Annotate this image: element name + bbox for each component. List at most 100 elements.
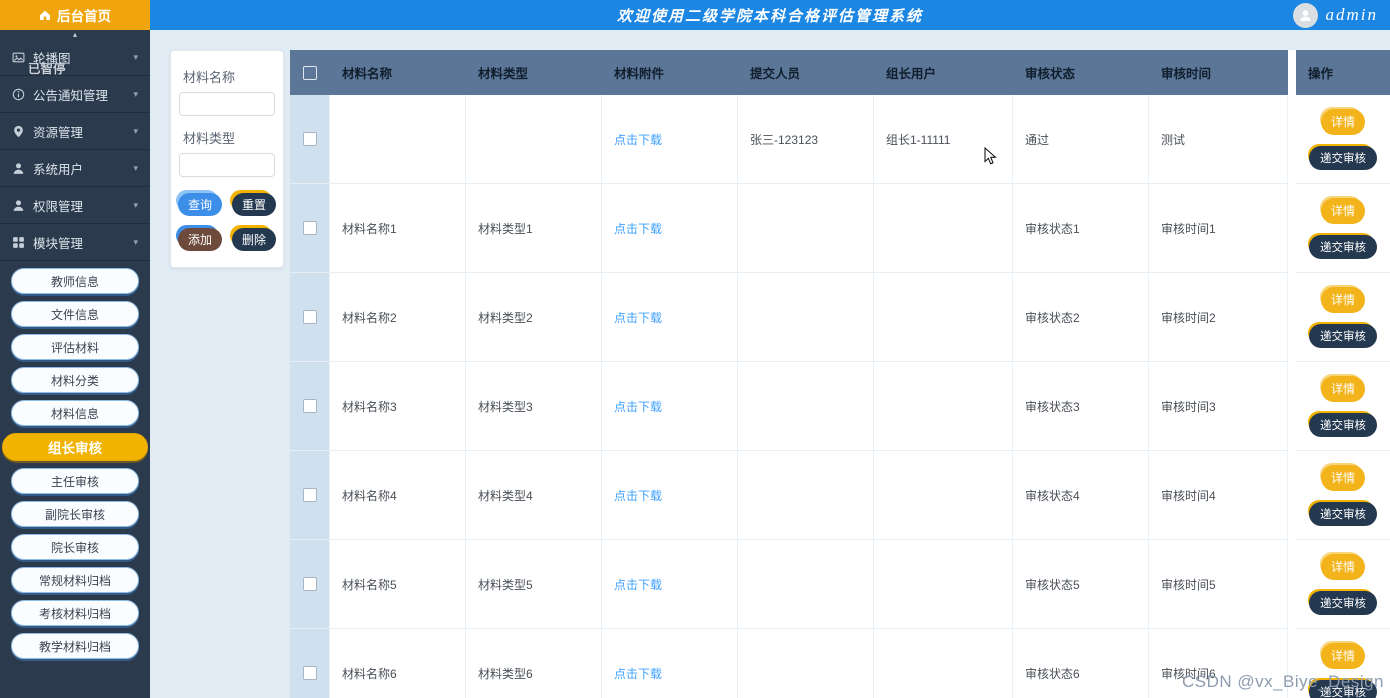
table-row: 材料名称2 材料类型2 点击下载 审核状态2 审核时间2 详情 递交审核 <box>290 273 1390 362</box>
submit-review-button[interactable]: 递交审核 <box>1309 145 1377 170</box>
sidebar-scroll-up-icon[interactable]: ▴ <box>0 30 150 39</box>
cell-attachment: 点击下载 <box>602 184 738 273</box>
row-checkbox[interactable] <box>302 488 317 502</box>
download-link[interactable]: 点击下载 <box>614 665 662 682</box>
detail-button[interactable]: 详情 <box>1321 553 1365 580</box>
modules-icon <box>12 236 25 249</box>
cell-operations: 详情 递交审核 <box>1296 451 1390 540</box>
detail-button[interactable]: 详情 <box>1321 286 1365 313</box>
avatar[interactable] <box>1292 2 1318 28</box>
row-checkbox[interactable] <box>302 399 317 413</box>
reset-button[interactable]: 重置 <box>232 193 276 216</box>
cell-material-type: 材料类型6 <box>466 629 602 698</box>
sidebar-item-modules[interactable]: 模块管理 ▾ <box>0 224 150 261</box>
submenu-item-file-info[interactable]: 文件信息 <box>11 301 139 327</box>
carousel-icon <box>12 51 25 64</box>
home-button[interactable]: 后台首页 <box>0 0 150 30</box>
submenu-item-dean-review[interactable]: 院长审核 <box>11 534 139 560</box>
cell-status: 审核状态5 <box>1013 540 1149 629</box>
submenu-item-evaluation-materials[interactable]: 评估材料 <box>11 334 139 360</box>
cell-operations: 详情 递交审核 <box>1296 273 1390 362</box>
cell-attachment: 点击下载 <box>602 629 738 698</box>
cell-status: 审核状态2 <box>1013 273 1149 362</box>
cell-material-name: 材料名称2 <box>330 273 466 362</box>
module-submenu: 教师信息 文件信息 评估材料 材料分类 材料信息 组长审核 主任审核 副院长审核… <box>0 261 150 659</box>
cell-submitter <box>738 184 874 273</box>
download-link[interactable]: 点击下载 <box>614 309 662 326</box>
header-review-status: 审核状态 <box>1025 67 1076 81</box>
submenu-item-vice-dean-review[interactable]: 副院长审核 <box>11 501 139 527</box>
search-panel: 材料名称 材料类型 查询 重置 添加 删除 <box>170 50 284 268</box>
user-area: admin <box>1292 0 1379 30</box>
submit-review-button[interactable]: 递交审核 <box>1309 679 1377 698</box>
cell-submitter <box>738 629 874 698</box>
home-icon <box>39 9 51 21</box>
row-checkbox[interactable] <box>302 577 317 591</box>
fixed-column-gap <box>1288 629 1296 698</box>
download-link[interactable]: 点击下载 <box>614 220 662 237</box>
cell-leader <box>874 629 1013 698</box>
download-link[interactable]: 点击下载 <box>614 398 662 415</box>
delete-button[interactable]: 删除 <box>232 228 276 251</box>
row-checkbox[interactable] <box>302 666 317 680</box>
material-type-input[interactable] <box>179 153 275 177</box>
submenu-item-material-info[interactable]: 材料信息 <box>11 400 139 426</box>
submit-review-button[interactable]: 递交审核 <box>1309 234 1377 259</box>
material-name-input[interactable] <box>179 92 275 116</box>
download-link[interactable]: 点击下载 <box>614 576 662 593</box>
cell-material-type: 材料类型1 <box>466 184 602 273</box>
detail-button[interactable]: 详情 <box>1321 464 1365 491</box>
row-checkbox[interactable] <box>302 132 317 146</box>
submenu-item-regular-archive[interactable]: 常规材料归档 <box>11 567 139 593</box>
add-button[interactable]: 添加 <box>178 228 222 251</box>
header-review-time: 审核时间 <box>1161 67 1212 81</box>
submit-review-button[interactable]: 递交审核 <box>1309 590 1377 615</box>
submenu-item-material-category[interactable]: 材料分类 <box>11 367 139 393</box>
fixed-column-gap <box>1288 540 1296 629</box>
submenu-item-director-review[interactable]: 主任审核 <box>11 468 139 494</box>
cell-attachment: 点击下载 <box>602 362 738 451</box>
header-operations: 操作 <box>1308 67 1334 81</box>
fixed-column-gap <box>1288 273 1296 362</box>
detail-button[interactable]: 详情 <box>1321 375 1365 402</box>
sidebar-item-permissions[interactable]: 权限管理 ▾ <box>0 187 150 224</box>
chevron-down-icon: ▾ <box>133 51 138 62</box>
download-link[interactable]: 点击下载 <box>614 487 662 504</box>
submenu-item-assessment-archive[interactable]: 考核材料归档 <box>11 600 139 626</box>
submenu-item-teacher-info[interactable]: 教师信息 <box>11 268 139 294</box>
submit-review-button[interactable]: 递交审核 <box>1309 323 1377 348</box>
sidebar-item-carousel[interactable]: 轮播图 ▾ <box>0 39 150 76</box>
material-type-label: 材料类型 <box>183 131 236 146</box>
cell-status: 通过 <box>1013 95 1149 184</box>
sidebar-item-resources[interactable]: 资源管理 ▾ <box>0 113 150 150</box>
detail-button[interactable]: 详情 <box>1321 642 1365 669</box>
cell-material-name: 材料名称1 <box>330 184 466 273</box>
user-icon <box>12 199 25 212</box>
select-all-checkbox[interactable] <box>303 65 317 80</box>
cell-leader: 组长1-11111 <box>874 95 1013 184</box>
cell-attachment: 点击下载 <box>602 451 738 540</box>
cell-time: 审核时间5 <box>1149 540 1288 629</box>
sidebar-item-system-users[interactable]: 系统用户 ▾ <box>0 150 150 187</box>
query-button[interactable]: 查询 <box>178 193 222 216</box>
download-link[interactable]: 点击下载 <box>614 131 662 148</box>
checkbox-cell <box>290 362 330 451</box>
cell-leader <box>874 451 1013 540</box>
row-checkbox[interactable] <box>302 221 317 235</box>
cell-material-name: 材料名称3 <box>330 362 466 451</box>
submenu-item-leader-review[interactable]: 组长审核 <box>2 433 148 461</box>
cell-time: 审核时间1 <box>1149 184 1288 273</box>
detail-button[interactable]: 详情 <box>1321 197 1365 224</box>
submenu-item-teaching-archive[interactable]: 教学材料归档 <box>11 633 139 659</box>
submit-review-button[interactable]: 递交审核 <box>1309 412 1377 437</box>
cell-material-type: 材料类型4 <box>466 451 602 540</box>
cell-material-name: 材料名称5 <box>330 540 466 629</box>
header-material-name: 材料名称 <box>342 67 393 81</box>
sidebar-item-announcements[interactable]: 公告通知管理 ▾ <box>0 76 150 113</box>
row-checkbox[interactable] <box>302 310 317 324</box>
cell-status: 审核状态4 <box>1013 451 1149 540</box>
detail-button[interactable]: 详情 <box>1321 108 1365 135</box>
submit-review-button[interactable]: 递交审核 <box>1309 501 1377 526</box>
checkbox-cell <box>290 273 330 362</box>
home-label: 后台首页 <box>57 9 111 24</box>
